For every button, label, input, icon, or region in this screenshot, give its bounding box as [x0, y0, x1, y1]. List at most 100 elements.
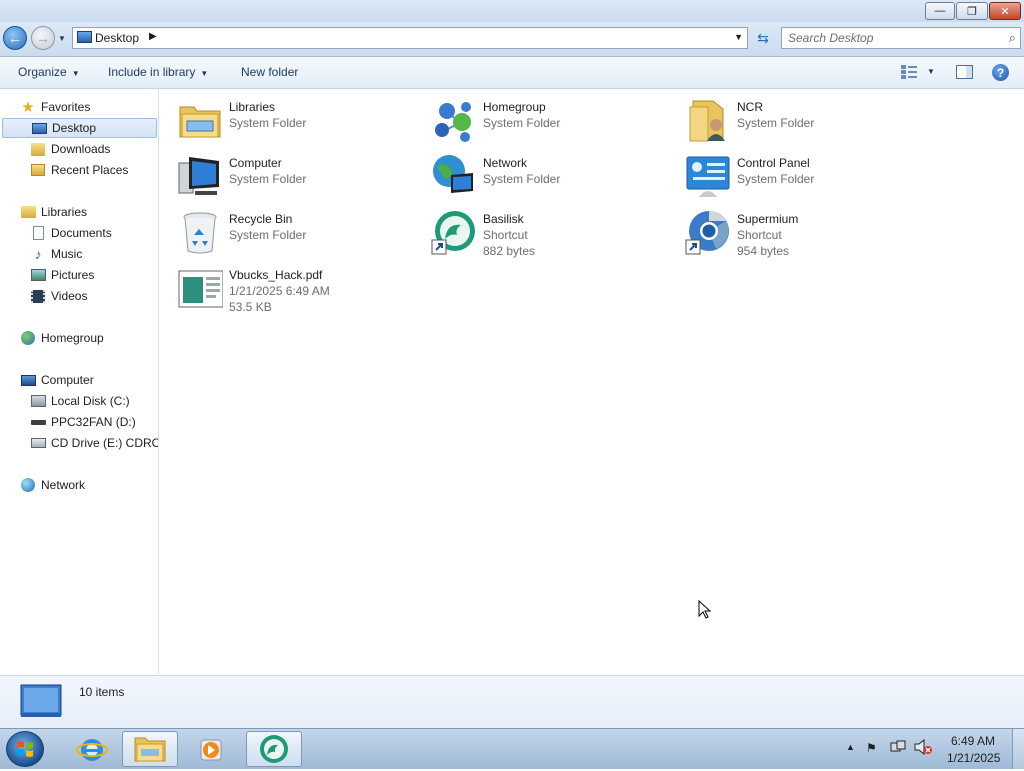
- file-size: 954 bytes: [737, 244, 790, 258]
- pictures-icon: [30, 267, 46, 283]
- recycle-bin-icon: [183, 212, 217, 254]
- show-hidden-icons-button[interactable]: ▲: [846, 742, 855, 752]
- user-folder-icon: [689, 100, 725, 142]
- action-center-flag-icon[interactable]: ⚑: [866, 741, 877, 755]
- file-item-vbucks-hack-pdf[interactable]: Vbucks_Hack.pdf 1/21/2025 6:49 AM 53.5 K…: [177, 263, 427, 314]
- file-name: Supermium: [737, 212, 799, 226]
- minimize-button[interactable]: —: [925, 2, 955, 20]
- network-icon: [20, 477, 36, 493]
- file-item-ncr[interactable]: NCR System Folder: [685, 95, 935, 145]
- nav-homegroup-label: Homegroup: [41, 331, 104, 345]
- file-item-supermium[interactable]: Supermium Shortcut 954 bytes: [685, 207, 935, 258]
- videos-icon: [30, 288, 46, 304]
- back-button[interactable]: ←: [3, 26, 27, 50]
- change-view-icon[interactable]: [900, 64, 918, 80]
- details-pane: 10 items: [0, 675, 1024, 728]
- arrow-left-icon: ←: [8, 30, 22, 46]
- nav-music[interactable]: ♪ Music: [30, 244, 83, 264]
- network-icon: [433, 155, 473, 193]
- taskbar-internet-explorer[interactable]: [70, 731, 126, 767]
- pdf-document-icon: [178, 270, 223, 308]
- nav-local-disk-c[interactable]: Local Disk (C:): [30, 391, 130, 411]
- homegroup-icon: [20, 330, 36, 346]
- address-dropdown-icon[interactable]: ▼: [734, 32, 743, 42]
- forward-button[interactable]: →: [31, 26, 55, 50]
- nav-favorites[interactable]: ★ Favorites: [20, 97, 90, 117]
- media-player-icon: [200, 739, 222, 761]
- taskbar-media-player[interactable]: [186, 731, 242, 767]
- file-item-libraries[interactable]: Libraries System Folder: [177, 95, 427, 145]
- search-icon[interactable]: ⌕: [1009, 30, 1016, 46]
- preview-pane-icon[interactable]: [956, 65, 973, 79]
- refresh-button[interactable]: ⇆: [752, 27, 774, 49]
- file-item-recycle-bin[interactable]: Recycle Bin System Folder: [177, 207, 427, 257]
- clock-date[interactable]: 1/21/2025: [947, 751, 1000, 765]
- nav-downloads-label: Downloads: [51, 142, 111, 156]
- nav-pictures[interactable]: Pictures: [30, 265, 94, 285]
- recent-pages-dropdown[interactable]: ▼: [58, 34, 66, 43]
- organize-button[interactable]: Organize ▼: [18, 65, 80, 79]
- desktop-icon: [20, 684, 62, 717]
- file-list[interactable]: Libraries System Folder Homegroup System…: [159, 89, 1024, 674]
- supermium-icon: [685, 211, 729, 255]
- file-type: System Folder: [737, 116, 815, 130]
- search-box[interactable]: ⌕: [781, 27, 1021, 49]
- show-desktop-button[interactable]: [1012, 729, 1024, 769]
- close-button[interactable]: ✕: [989, 2, 1021, 20]
- homegroup-icon: [435, 102, 471, 142]
- file-item-control-panel[interactable]: Control Panel System Folder: [685, 151, 935, 201]
- file-item-network[interactable]: Network System Folder: [431, 151, 681, 201]
- nav-drive-d[interactable]: PPC32FAN (D:): [30, 412, 136, 432]
- file-name: Vbucks_Hack.pdf: [229, 268, 323, 282]
- taskbar-basilisk[interactable]: [246, 731, 302, 767]
- nav-network[interactable]: Network: [20, 475, 85, 495]
- breadcrumb-chevron-icon[interactable]: ▶: [149, 31, 157, 42]
- file-name: Homegroup: [483, 100, 546, 114]
- refresh-icon: ⇆: [757, 29, 769, 46]
- cd-drive-icon: [30, 435, 46, 451]
- navigation-pane[interactable]: ★ Favorites Desktop Downloads Recent Pla…: [0, 89, 159, 674]
- nav-videos-label: Videos: [51, 289, 88, 303]
- computer-icon: [20, 372, 36, 388]
- nav-libraries[interactable]: Libraries: [20, 202, 87, 222]
- volume-muted-icon[interactable]: [914, 738, 932, 758]
- address-bar[interactable]: Desktop ▶ ▼: [72, 27, 748, 49]
- command-bar: Organize ▼ Include in library ▼ New folder…: [0, 57, 1024, 89]
- nav-recent-places[interactable]: Recent Places: [30, 160, 128, 180]
- include-in-library-button[interactable]: Include in library ▼: [108, 65, 208, 79]
- maximize-button[interactable]: ❐: [956, 2, 988, 20]
- nav-drive-d-label: PPC32FAN (D:): [51, 415, 136, 429]
- nav-libraries-label: Libraries: [41, 205, 88, 219]
- new-folder-button[interactable]: New folder: [241, 65, 298, 79]
- title-bar[interactable]: — ❐ ✕: [0, 0, 1024, 22]
- windows-logo-icon: [17, 741, 33, 757]
- search-input[interactable]: [782, 28, 1004, 48]
- nav-downloads[interactable]: Downloads: [30, 139, 110, 159]
- nav-videos[interactable]: Videos: [30, 286, 87, 306]
- file-item-homegroup[interactable]: Homegroup System Folder: [431, 95, 681, 145]
- basilisk-icon: [431, 211, 475, 255]
- file-item-computer[interactable]: Computer System Folder: [177, 151, 427, 201]
- music-icon: ♪: [34, 246, 42, 262]
- views-dropdown-icon[interactable]: ▼: [927, 67, 935, 76]
- network-status-icon[interactable]: [890, 739, 906, 758]
- file-item-basilisk[interactable]: Basilisk Shortcut 882 bytes: [431, 207, 681, 258]
- nav-cd-drive-e[interactable]: CD Drive (E:) CDROM: [30, 433, 158, 453]
- help-icon[interactable]: ?: [992, 64, 1009, 81]
- nav-homegroup[interactable]: Homegroup: [20, 328, 104, 348]
- taskbar-windows-explorer[interactable]: [122, 731, 178, 767]
- file-name: Computer: [229, 156, 282, 170]
- control-panel-icon: [686, 156, 730, 197]
- nav-documents[interactable]: Documents: [30, 223, 112, 243]
- removable-drive-icon: [30, 414, 46, 430]
- clock-time[interactable]: 6:49 AM: [951, 734, 995, 748]
- start-button[interactable]: [6, 731, 44, 767]
- file-type: System Folder: [737, 172, 815, 186]
- nav-computer[interactable]: Computer: [20, 370, 94, 390]
- breadcrumb-desktop[interactable]: Desktop: [95, 31, 139, 45]
- nav-desktop[interactable]: Desktop: [2, 118, 157, 138]
- desktop-icon: [77, 31, 92, 43]
- computer-icon: [178, 157, 219, 195]
- nav-local-disk-c-label: Local Disk (C:): [51, 394, 130, 408]
- mouse-cursor-icon: [698, 600, 712, 619]
